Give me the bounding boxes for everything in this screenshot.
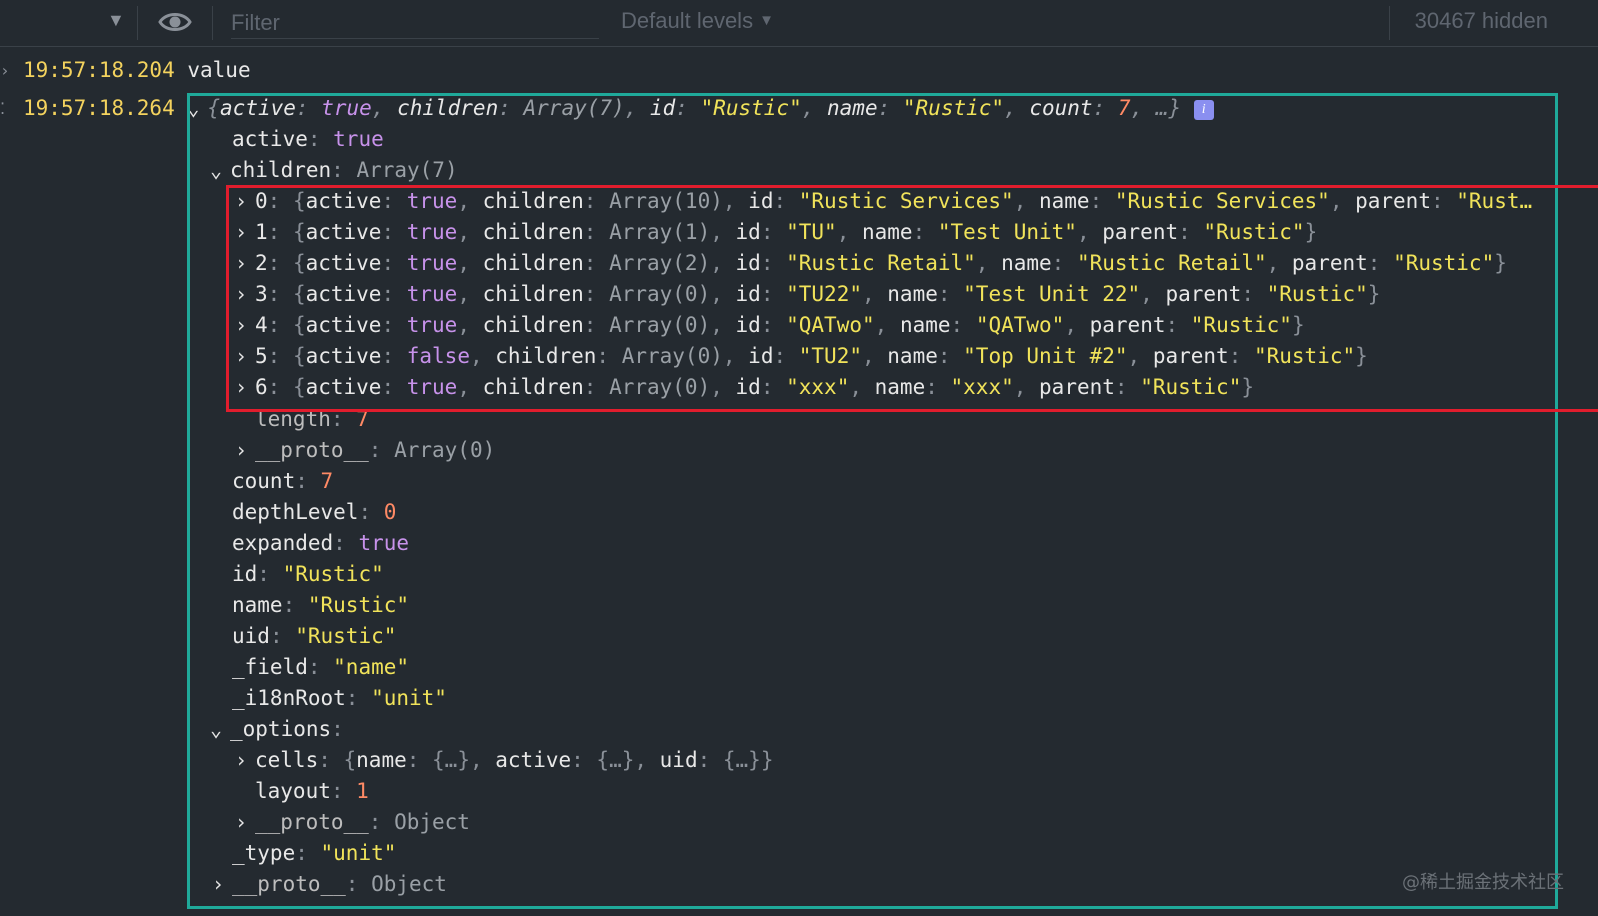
collapse-chevron-icon: › — [0, 61, 10, 80]
dots-icon: ⁚ — [0, 99, 6, 118]
watermark: @稀土掘金技术社区 — [1402, 872, 1564, 893]
toolbar-divider — [212, 6, 213, 40]
context-dropdown-icon[interactable]: ▼ — [107, 10, 125, 31]
log-levels-dropdown[interactable]: Default levels ▼ — [621, 8, 774, 34]
chevron-down-icon: ▼ — [759, 12, 774, 29]
log-levels-label: Default levels — [621, 8, 754, 33]
filter-field — [231, 8, 599, 39]
filter-input[interactable] — [231, 8, 599, 38]
log-timestamp: 19:57:18.204 — [23, 58, 175, 82]
toolbar-divider — [137, 6, 138, 40]
console-toolbar: ▼ Default levels ▼ 30467 hidden — [0, 0, 1598, 47]
log-message: value — [187, 58, 251, 82]
toolbar-divider — [1389, 6, 1390, 40]
log-timestamp: 19:57:18.264 — [23, 96, 175, 120]
log-entry: 19:57:18.204 value — [23, 56, 251, 84]
hidden-count: 30467 hidden — [1414, 8, 1548, 33]
eye-icon[interactable] — [158, 9, 192, 35]
highlight-box-red — [226, 185, 1598, 412]
